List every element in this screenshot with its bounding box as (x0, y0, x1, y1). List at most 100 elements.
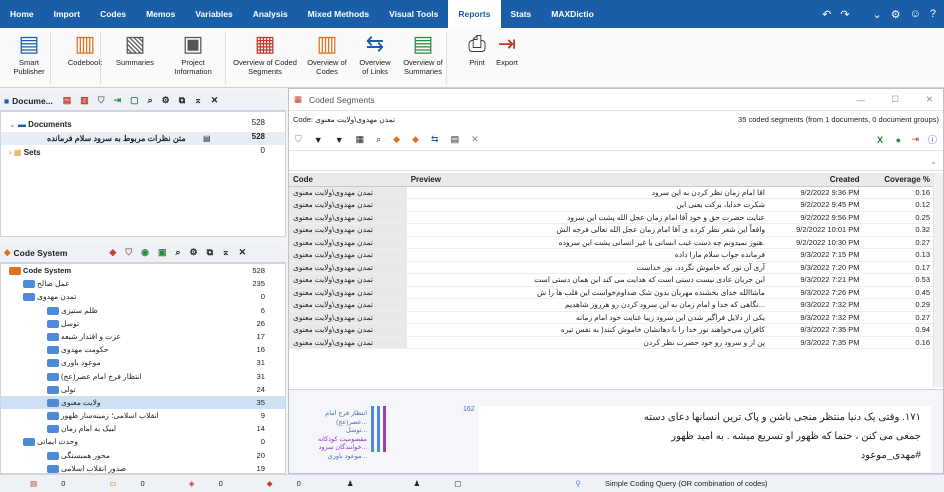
ribbon-button-smart-publisher[interactable]: ▤ Smart Publisher (4, 30, 54, 76)
chevron-down-icon[interactable]: ⌄ (930, 157, 937, 166)
column-header-created[interactable]: Created (768, 173, 864, 187)
coding-stripe[interactable] (371, 406, 374, 452)
code-item[interactable]: عمل صالح 235 (1, 277, 285, 290)
smiley-icon[interactable]: ☺ (910, 8, 921, 20)
code-item[interactable]: انقلاب اسلامی؛ زمینه‌ساز ظهور 9 (1, 409, 285, 422)
coding-stripe-label[interactable]: موعود باوری... (315, 453, 367, 462)
close-icon[interactable]: ✕ (239, 247, 247, 258)
clear-icon[interactable]: ✕ (471, 134, 479, 145)
coding-stripe-label[interactable]: مقصومیت کودکانه خوانندگان سرود... (315, 436, 367, 453)
code-item[interactable]: ظلم ستیزی 6 (1, 304, 285, 317)
menu-reports[interactable]: Reports (448, 0, 501, 28)
menu-codes[interactable]: Codes (90, 0, 136, 28)
filter-icon[interactable]: ⛉ (98, 95, 105, 106)
table-row[interactable]: تمدن مهدوی\ولایت معنوی واقعاً این شعر نظر… (289, 223, 934, 237)
table-row[interactable]: تمدن مهدوی\ولایت معنوی .هنوز نمیدونم چه د… (289, 236, 934, 249)
import-icon[interactable]: ▥ (80, 95, 89, 106)
close-icon[interactable]: ✕ (211, 95, 219, 106)
menu-memos[interactable]: Memos (136, 0, 185, 28)
code-item[interactable]: انتظار فرج امام عصر(عج) 31 (1, 370, 285, 383)
table-row[interactable]: تمدن مهدوی\ولایت معنوی پن از و سرود رو خو… (289, 336, 934, 349)
table-row[interactable]: تمدن مهدوی\ولایت معنوی این جریان عادی نیس… (289, 273, 934, 287)
collapse-icon[interactable]: ⌅ (194, 95, 202, 106)
table-row[interactable]: تمدن مهدوی\ولایت معنوی ماشاالله خدای بخشن… (289, 286, 934, 299)
document-text[interactable]: ۱۷۱. وقتی یک دنیا منتظر منجی باشن و پاک … (479, 406, 931, 472)
table-row[interactable]: تمدن مهدوی\ولایت معنوی عنایت حضرت حق و خو… (289, 211, 934, 224)
ribbon-button-overview-coded-segments[interactable]: ▦ Overview of Coded Segments (232, 30, 298, 76)
ribbon-button-overview-summaries[interactable]: ▤ Overview of Summaries (398, 30, 448, 76)
filter-icon[interactable]: ⛉ (295, 134, 302, 145)
code-plus-icon[interactable]: ◆ (412, 134, 419, 145)
code-item[interactable]: لبیک به امام زمان 14 (1, 422, 285, 435)
gear-icon[interactable]: ⚙ (891, 8, 901, 21)
table-row[interactable]: تمدن مهدوی\ولایت معنوی یکی از دلایل فراگی… (289, 311, 934, 324)
coding-stripe[interactable] (377, 406, 380, 452)
undo-icon[interactable]: ↶ (822, 8, 831, 21)
collapse-icon[interactable]: ⌅ (222, 247, 230, 258)
activate-icon[interactable]: ⇥ (114, 95, 122, 106)
table-row[interactable]: تمدن مهدوی\ولایت معنوی کافران می‌خواهند ن… (289, 323, 934, 337)
gear-icon[interactable]: ⚙ (162, 95, 170, 106)
code-item[interactable]: وحدت ایمانی 0 (1, 435, 285, 448)
minimize-icon[interactable]: — (857, 95, 866, 105)
gear-icon[interactable]: ⚙ (190, 247, 198, 258)
code-item[interactable]: توسل 26 (1, 317, 285, 330)
ribbon-button-project-information[interactable]: ▣ Project Information (168, 30, 218, 76)
redo-icon[interactable]: ↷ (840, 8, 849, 21)
menu-stats[interactable]: Stats (501, 0, 542, 28)
filter-row[interactable]: ⌄ (289, 151, 943, 171)
new-code-icon[interactable]: ◈ (109, 247, 116, 258)
tree-row-documents[interactable]: ⌄ ▬ Documents (9, 118, 72, 131)
excel-icon[interactable]: X (877, 135, 883, 145)
ribbon-button-summaries[interactable]: ▧ Summaries (110, 30, 160, 67)
coding-stripe[interactable] (383, 406, 386, 452)
table-row[interactable]: تمدن مهدوی\ولایت معنوی آری آن نور که خامو… (289, 261, 934, 274)
table-row[interactable]: تمدن مهدوی\ولایت معنوی شکرت خدایا، برکت ی… (289, 198, 934, 212)
ribbon-button-overview-codes[interactable]: ▥ Overview of Codes (302, 30, 352, 76)
table-row[interactable]: تمدن مهدوی\ولایت معنوی اقا امام زمان نظر … (289, 186, 934, 199)
funnel-icon[interactable]: ▼ (314, 135, 323, 145)
column-header-code[interactable]: Code (289, 173, 407, 187)
code-item[interactable]: حکومت مهدوی 16 (1, 343, 285, 356)
ribbon-button-codebook[interactable]: ▥ Codebook (60, 30, 110, 67)
menu-mixed-methods[interactable]: Mixed Methods (298, 0, 379, 28)
column-header-preview[interactable]: Preview (406, 173, 769, 187)
link-icon[interactable]: ⇆ (431, 134, 439, 145)
column-header-coverage[interactable]: Coverage % (863, 173, 934, 187)
tree-row-document-selected[interactable]: متن نظرات مربوط به سرود سلام فرمانده ▤ (1, 132, 285, 145)
search-icon[interactable]: ⌕ (376, 134, 381, 145)
table-scrollbar[interactable] (933, 173, 943, 387)
table-icon[interactable]: ▦ (356, 134, 365, 145)
help-icon[interactable]: ? (930, 8, 936, 20)
menu-variables[interactable]: Variables (185, 0, 242, 28)
web-icon[interactable]: ● (896, 135, 901, 145)
chevron-down-icon[interactable]: ⌄ (9, 120, 16, 129)
export-icon[interactable]: ⇥ (911, 134, 919, 145)
code-item[interactable]: تمدن مهدوی 0 (1, 290, 285, 303)
tree-row-sets[interactable]: › ▦ Sets (9, 146, 41, 159)
code-item[interactable]: موعود باوری 31 (1, 356, 285, 369)
code-icon[interactable]: ▣ (158, 247, 167, 258)
code-item[interactable]: صدور انقلاب اسلامی 19 (1, 462, 285, 473)
code-item[interactable]: تولی 24 (1, 383, 285, 396)
columns-icon[interactable]: ▤ (451, 134, 460, 145)
code-system-root[interactable]: Code System 528 (1, 264, 285, 277)
code-item[interactable]: محور همبستگی 20 (1, 449, 285, 462)
menu-visual-tools[interactable]: Visual Tools (379, 0, 448, 28)
doc-icon[interactable]: ▢ (130, 95, 139, 106)
filter-icon[interactable]: ⛉ (125, 247, 132, 258)
close-icon[interactable]: ✕ (926, 94, 933, 105)
search-icon[interactable]: ⌕ (175, 247, 180, 258)
table-row[interactable]: تمدن مهدوی\ولایت معنوی ...نگاهی که خدا و … (289, 298, 934, 312)
info-icon[interactable]: ⓘ (928, 133, 937, 146)
maximize-icon[interactable]: ☐ (891, 94, 899, 105)
code-sets-icon[interactable]: ◉ (141, 247, 149, 258)
code-icon[interactable]: ◆ (393, 134, 400, 145)
coding-stripe-label[interactable]: انتظار فرج امام عصر(عج)... (315, 410, 367, 427)
ribbon-button-overview-links[interactable]: ⇆ Overview of Links (350, 30, 400, 76)
new-doc-icon[interactable]: ▤ (63, 95, 72, 106)
funnel-plus-icon[interactable]: ▼ (335, 135, 344, 145)
chevron-down-icon[interactable]: ⌄ (873, 8, 882, 21)
code-item[interactable]: عزت و اقتدار شیعه 17 (1, 330, 285, 343)
menu-home[interactable]: Home (0, 0, 44, 28)
